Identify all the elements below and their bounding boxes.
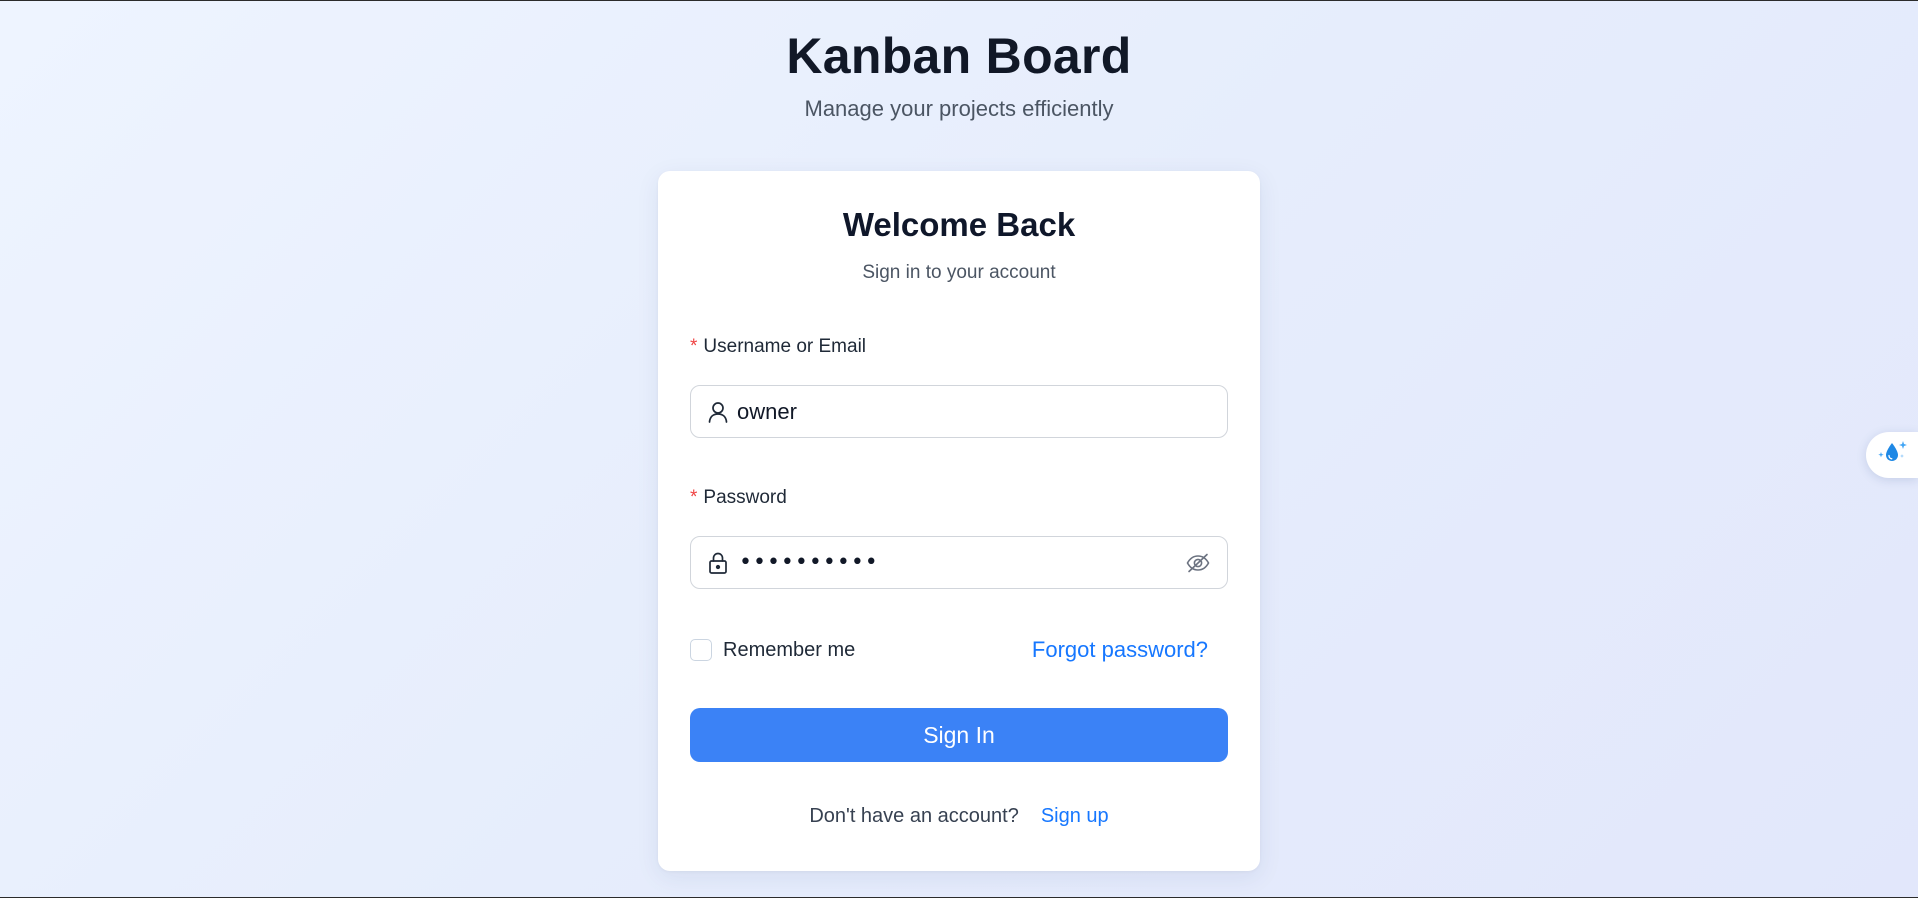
card-subtitle: Sign in to your account xyxy=(862,262,1056,283)
page-header: Kanban Board Manage your projects effici… xyxy=(0,27,1918,123)
password-label: * Password xyxy=(690,486,787,510)
lock-icon xyxy=(707,552,729,574)
password-label-text: Password xyxy=(703,487,787,508)
remember-me-label[interactable]: Remember me xyxy=(723,639,855,662)
card-title: Welcome Back xyxy=(842,206,1076,243)
sign-in-button[interactable]: Sign In xyxy=(690,708,1228,762)
user-icon xyxy=(707,401,729,423)
username-label: * Username or Email xyxy=(690,335,866,359)
username-input[interactable] xyxy=(737,386,1211,437)
login-card: Welcome Back Sign in to your account * Us… xyxy=(658,171,1260,871)
password-input[interactable]: •••••••••• xyxy=(739,550,1185,575)
signup-row: Don't have an account? Sign up xyxy=(658,803,1260,829)
no-account-text: Don't have an account? xyxy=(809,805,1019,827)
username-field[interactable] xyxy=(690,385,1228,438)
required-marker: * xyxy=(690,336,698,357)
sparkle-droplet-icon xyxy=(1875,438,1909,473)
app-title: Kanban Board xyxy=(786,28,1132,84)
app-subtitle: Manage your projects efficiently xyxy=(804,96,1114,121)
sign-up-link[interactable]: Sign up xyxy=(1041,805,1109,827)
forgot-password-link[interactable]: Forgot password? xyxy=(1032,637,1208,663)
username-label-text: Username or Email xyxy=(703,336,867,357)
remember-me-checkbox[interactable] xyxy=(690,639,712,661)
floating-assistant-button[interactable] xyxy=(1866,432,1918,478)
remember-me[interactable]: Remember me xyxy=(690,639,855,662)
remember-row: Remember me Forgot password? xyxy=(690,637,1228,663)
password-field[interactable]: •••••••••• xyxy=(690,536,1228,589)
required-marker: * xyxy=(690,487,698,508)
eye-invisible-icon[interactable] xyxy=(1185,550,1211,576)
